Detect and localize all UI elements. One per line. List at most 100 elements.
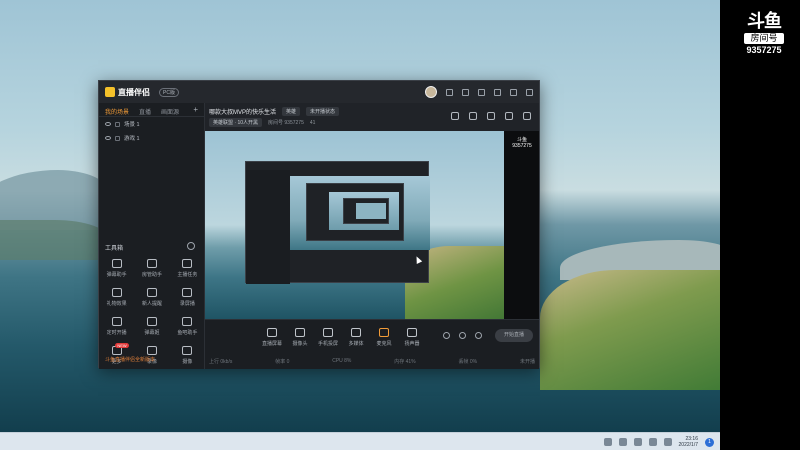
game-category[interactable]: 英雄联盟 · 10人开黑 [209, 118, 263, 127]
tool-label: 弹幕助手 [106, 272, 127, 278]
scene-label: 场景 1 [124, 122, 140, 128]
status-item: 帧率 0 [275, 359, 290, 365]
scene-item[interactable]: 场景 1 [99, 117, 204, 131]
stream-title[interactable]: 哪款大叔MVP的快乐生活 [209, 107, 276, 116]
network-icon[interactable] [633, 438, 642, 446]
live-companion-window: 直播伴侣 PC版 我的场景 直播 画面源 + 场景 1 游戏 1 工具箱 弹幕助… [98, 80, 540, 369]
taskbar: 23:16 2022/1/7 1 [0, 432, 720, 450]
version-notice[interactable]: 斗鱼直播伴侣全新版本 [105, 356, 155, 363]
mini-room-number: 9357275 [512, 143, 532, 149]
toolbox-settings-icon[interactable] [187, 242, 195, 250]
eye-icon[interactable] [105, 136, 111, 140]
room-number: 9357275 [746, 45, 782, 55]
tab-my-scenes[interactable]: 我的场景 [105, 107, 129, 116]
triangle-icon [182, 346, 193, 355]
camera-icon [295, 328, 305, 337]
user-avatar[interactable] [425, 86, 437, 98]
toolbox-title: 工具箱 [105, 246, 124, 252]
status-bar: 上行 0kb/s 帧率 0 CPU 8% 内存 41% 丢帧 0% 未开播 [209, 358, 535, 365]
status-item: 丢帧 0% [458, 359, 478, 365]
speaker-button[interactable]: 扬声器 [403, 328, 421, 347]
tool-gift-effect[interactable]: 礼物效果 [99, 288, 134, 307]
topbar-icons [451, 112, 531, 120]
camera-button[interactable]: 摄像头 [291, 328, 309, 347]
volume-icon[interactable] [648, 438, 657, 446]
tool-new-user[interactable]: 新人提醒 [134, 288, 169, 307]
source-label: 手机投屏 [318, 341, 339, 347]
skin-icon[interactable] [462, 88, 469, 96]
app-logo-icon [105, 87, 115, 97]
tool-label: 礼物效果 [106, 301, 127, 307]
phone-cast-button[interactable]: 手机投屏 [318, 328, 339, 347]
play-icon [351, 328, 361, 337]
tool-label: 定时开播 [106, 330, 127, 336]
tool-schedule[interactable]: 定时开播 [99, 317, 134, 336]
scene-item[interactable]: 游戏 1 [99, 131, 204, 145]
tool-room-admin[interactable]: 房管助手 [134, 259, 169, 278]
tool-label: 弹幕姬 [144, 330, 160, 336]
recursive-preview-window [245, 161, 430, 284]
lock-icon[interactable] [115, 121, 120, 127]
scene-label: 游戏 1 [124, 136, 140, 142]
close-icon[interactable] [526, 88, 533, 96]
user-add-icon [146, 288, 157, 297]
phone-icon [323, 328, 333, 337]
gift-icon [111, 288, 122, 297]
eye-icon[interactable] [105, 122, 111, 126]
task-icon [182, 259, 193, 268]
settings-icon[interactable] [478, 88, 485, 96]
preview-side-strip: 斗鱼 9357275 [504, 131, 539, 319]
title-bar: 直播伴侣 PC版 [99, 81, 539, 103]
tab-live[interactable]: 直播 [139, 107, 151, 116]
bag-icon[interactable] [469, 112, 477, 120]
pause-icon[interactable] [459, 332, 466, 339]
notification-badge[interactable]: 1 [705, 437, 714, 447]
speaker-icon [407, 328, 417, 337]
recursive-preview-window-3 [343, 198, 389, 224]
battery-icon[interactable] [663, 438, 672, 446]
more-icon: NEW [111, 343, 129, 355]
app-logo: 直播伴侣 PC版 [105, 87, 179, 98]
category-pill[interactable]: 英雄 [282, 107, 301, 116]
gear-icon[interactable] [475, 332, 482, 339]
add-scene-button[interactable]: + [193, 106, 198, 114]
status-pill[interactable]: 未开播状态 [306, 107, 340, 116]
microphone-button[interactable]: 麦克风 [375, 328, 393, 347]
tool-fish-bar[interactable]: 鱼吧助手 [170, 317, 205, 336]
recursive-preview [290, 176, 430, 250]
source-label: 直播屏幕 [262, 341, 283, 347]
bottom-control-bar: 直播屏幕 摄像头 手机投屏 多媒体 麦克风 扬声器 开始直播 上行 0kb/s … [205, 319, 539, 369]
tool-label: 摄像 [182, 359, 193, 365]
chevron-up-icon[interactable] [603, 438, 612, 446]
stream-preview[interactable] [205, 131, 504, 319]
stream-info-bar: 哪款大叔MVP的快乐生活 英雄 未开播状态 英雄联盟 · 10人开黑 房间号 9… [205, 103, 539, 131]
stream-meta-row: 英雄联盟 · 10人开黑 房间号 9357275 41 [209, 118, 315, 127]
shield-icon[interactable] [618, 438, 627, 446]
tool-danmu[interactable]: 弹幕助手 [99, 259, 134, 278]
clock[interactable]: 23:16 2022/1/7 [679, 436, 698, 448]
version-badge[interactable]: PC版 [159, 87, 179, 97]
viewer-count: 41 [309, 119, 316, 126]
video-icon[interactable] [443, 332, 450, 339]
window-controls [425, 86, 533, 98]
message-icon[interactable] [446, 88, 453, 96]
tool-record-screen[interactable]: 录屏播 [170, 288, 205, 307]
danmu-icon [111, 259, 122, 268]
minimize-icon[interactable] [494, 88, 501, 96]
tool-label: 主播任务 [177, 272, 198, 278]
tab-sources[interactable]: 画面源 [161, 107, 179, 116]
gift-icon[interactable] [451, 112, 459, 120]
scene-tabs: 我的场景 直播 画面源 + [99, 103, 204, 117]
tool-tasks[interactable]: 主播任务 [170, 259, 205, 278]
tool-label: 新人提醒 [141, 301, 162, 307]
tool-danmu-ji[interactable]: 弹幕姬 [134, 317, 169, 336]
share-icon[interactable] [523, 112, 531, 120]
tool-camera[interactable]: 摄像 [170, 346, 205, 365]
bell-icon[interactable] [505, 112, 513, 120]
lock-icon[interactable] [115, 135, 120, 141]
shop-icon[interactable] [487, 112, 495, 120]
screen-capture-button[interactable]: 直播屏幕 [262, 328, 283, 347]
maximize-icon[interactable] [510, 88, 517, 96]
media-button[interactable]: 多媒体 [347, 328, 365, 347]
start-live-button[interactable]: 开始直播 [495, 329, 533, 342]
